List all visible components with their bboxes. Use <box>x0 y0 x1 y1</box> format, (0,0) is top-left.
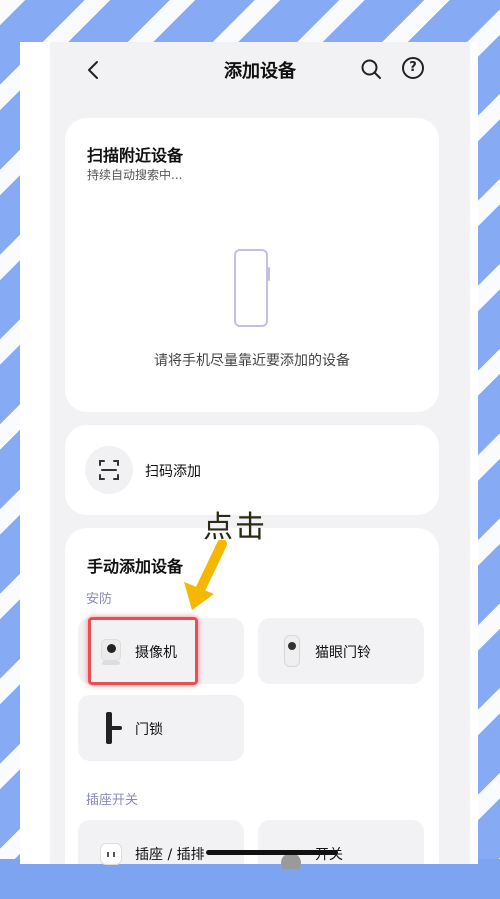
scan-hint: 请将手机尽量靠近要添加的设备 <box>154 353 350 369</box>
tap-highlight-box <box>88 617 198 685</box>
section-label-security: 安防 <box>86 592 113 607</box>
phone-outline-icon <box>234 249 270 327</box>
scan-qr-label: 扫码添加 <box>145 464 201 480</box>
annotation-arrow-icon <box>178 539 228 612</box>
socket-icon <box>96 837 126 869</box>
scan-nearby-card: 扫描附近设备 持续自动搜索中... 请将手机尽量靠近要添加的设备 <box>65 118 439 412</box>
tile-peephole-label: 猫眼门铃 <box>315 645 371 661</box>
background-bottom-band <box>0 859 500 899</box>
nav-bar: 添加设备 ? <box>50 42 470 102</box>
home-indicator[interactable] <box>206 850 338 855</box>
tile-door-lock-label: 门锁 <box>135 722 163 738</box>
tile-door-lock[interactable]: 门锁 <box>78 695 244 761</box>
tile-peephole-doorbell[interactable]: 猫眼门铃 <box>258 618 424 684</box>
tile-socket[interactable]: 插座 / 插排 <box>78 820 244 865</box>
scan-qr-icon <box>85 446 133 494</box>
search-icon[interactable] <box>360 58 382 80</box>
scan-title: 扫描附近设备 <box>87 146 184 165</box>
tile-switch[interactable]: 开关 <box>258 820 424 873</box>
peephole-doorbell-icon <box>276 635 306 667</box>
scan-subtitle: 持续自动搜索中... <box>87 168 183 182</box>
manual-title: 手动添加设备 <box>87 557 184 576</box>
door-lock-icon <box>96 712 126 744</box>
section-label-sockets: 插座开关 <box>86 793 139 808</box>
tile-socket-label: 插座 / 插排 <box>135 847 205 863</box>
help-circle-icon[interactable]: ? <box>402 57 424 79</box>
